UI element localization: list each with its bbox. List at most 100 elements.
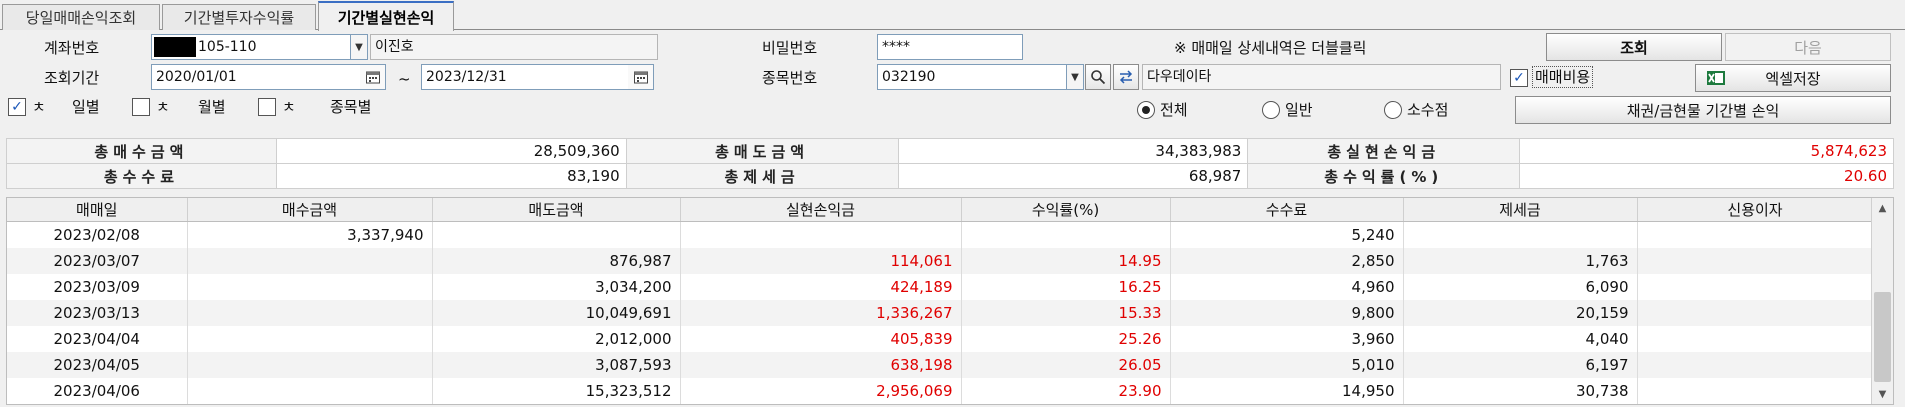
cell-buy-amount: 3,337,940	[187, 221, 433, 248]
cell-fee: 3,960	[1170, 325, 1404, 352]
cell-realized-pnl: 638,198	[680, 351, 962, 378]
cell-return-rate: 14.95	[961, 247, 1171, 274]
table-row[interactable]: 2023/04/06 15,323,512 2,956,069 23.90 14…	[7, 377, 1874, 404]
col-header-fee[interactable]: 수수료	[1170, 198, 1404, 222]
account-dropdown-button[interactable]: ▼	[350, 34, 368, 60]
cell-margin-interest	[1637, 351, 1874, 378]
grid-vertical-scrollbar[interactable]: ▲ ▼	[1871, 198, 1893, 404]
cell-tax: 6,197	[1403, 351, 1638, 378]
cell-trade-date: 2023/03/09	[7, 273, 188, 300]
cell-fee: 2,850	[1170, 247, 1404, 274]
excel-save-button[interactable]: 엑셀저장	[1695, 64, 1891, 92]
tab-bar: 당일매매손익조회 기간별투자수익률 기간별실현손익	[0, 0, 1905, 31]
daily-checkbox[interactable]: ✓	[8, 98, 26, 116]
table-row[interactable]: 2023/02/08 3,337,940 5,240	[7, 221, 1874, 248]
table-row[interactable]: 2023/04/04 2,012,000 405,839 25.26 3,960…	[7, 325, 1874, 352]
excel-save-label: 엑셀저장	[1765, 69, 1821, 88]
monthly-checkbox[interactable]	[132, 98, 150, 116]
cell-return-rate: 25.26	[961, 325, 1171, 352]
cell-return-rate: 23.90	[961, 377, 1171, 404]
col-header-margin-interest[interactable]: 신용이자	[1637, 198, 1874, 222]
radio-all[interactable]	[1137, 101, 1155, 119]
stock-code-field[interactable]: 032190	[877, 64, 1069, 90]
cell-buy-amount	[187, 247, 433, 274]
summary-realized-value: 5,874,623	[1519, 138, 1894, 164]
scroll-down-arrow-icon[interactable]: ▼	[1872, 384, 1893, 404]
col-header-buy-amount[interactable]: 매수금액	[187, 198, 433, 222]
grid-table: 매매일 매수금액 매도금액 실현손익금 수익률(%) 수수료 제세금 신용이자 …	[7, 198, 1874, 404]
cell-fee: 4,960	[1170, 273, 1404, 300]
stock-name-field: 다우데이타	[1142, 64, 1501, 90]
password-label: 비밀번호	[762, 39, 818, 57]
swap-button[interactable]	[1113, 64, 1139, 90]
scroll-up-arrow-icon[interactable]: ▲	[1872, 198, 1893, 218]
check-icon: ✓	[11, 99, 23, 115]
date-from-field[interactable]: 2020/01/01	[151, 64, 361, 90]
date-to-field[interactable]: 2023/12/31	[421, 64, 629, 90]
account-number-field[interactable]: 105-110	[151, 34, 351, 60]
check-icon: ✓	[1513, 70, 1525, 86]
radio-fraction[interactable]	[1384, 101, 1402, 119]
table-row[interactable]: 2023/03/09 3,034,200 424,189 16.25 4,960…	[7, 273, 1874, 300]
cell-sell-amount: 3,034,200	[432, 273, 681, 300]
calendar-icon	[633, 71, 648, 84]
cell-buy-amount	[187, 325, 433, 352]
trade-cost-checkbox[interactable]: ✓	[1510, 69, 1528, 87]
date-to-calendar-button[interactable]	[628, 64, 654, 90]
cell-sell-amount: 2,012,000	[432, 325, 681, 352]
radio-all-label: 전체	[1160, 101, 1188, 119]
chevron-down-icon: ▼	[355, 41, 363, 53]
cell-realized-pnl: 424,189	[680, 273, 962, 300]
cell-margin-interest	[1637, 325, 1874, 352]
cell-sell-amount	[432, 221, 681, 248]
date-from-calendar-button[interactable]	[360, 64, 386, 90]
summary-rate-value: 20.60	[1519, 163, 1894, 189]
tab-period-return[interactable]: 기간별투자수익률	[162, 4, 316, 30]
stock-dropdown-button[interactable]: ▼	[1066, 64, 1084, 90]
radio-normal[interactable]	[1262, 101, 1280, 119]
cell-tax: 20,159	[1403, 299, 1638, 326]
summary-buy-total-value: 28,509,360	[275, 138, 627, 164]
cell-tax: 1,763	[1403, 247, 1638, 274]
scrollbar-thumb[interactable]	[1874, 292, 1891, 382]
chevron-down-icon: ▼	[1071, 71, 1079, 83]
stock-search-button[interactable]	[1085, 64, 1111, 90]
cell-margin-interest	[1637, 247, 1874, 274]
cell-fee: 9,800	[1170, 299, 1404, 326]
stock-code-label: 종목번호	[762, 69, 818, 87]
col-header-realized-pnl[interactable]: 실현손익금	[680, 198, 962, 222]
cell-realized-pnl	[680, 221, 962, 248]
daily-checkbox-mark-label: ㅊ	[32, 98, 46, 116]
col-header-sell-amount[interactable]: 매도금액	[432, 198, 681, 222]
cell-margin-interest	[1637, 273, 1874, 300]
by-stock-checkbox[interactable]	[258, 98, 276, 116]
col-header-tax[interactable]: 제세금	[1403, 198, 1638, 222]
cell-return-rate: 16.25	[961, 273, 1171, 300]
summary-fee-value: 83,190	[275, 163, 627, 189]
col-header-return-rate[interactable]: 수익률(%)	[961, 198, 1171, 222]
col-header-trade-date[interactable]: 매매일	[7, 198, 188, 222]
cell-return-rate: 26.05	[961, 351, 1171, 378]
table-row[interactable]: 2023/03/07 876,987 114,061 14.95 2,850 1…	[7, 247, 1874, 274]
summary-tax-label: 총제세금	[625, 163, 899, 189]
tab-daily-pnl[interactable]: 당일매매손익조회	[2, 4, 160, 30]
next-button[interactable]: 다음	[1725, 33, 1891, 61]
trade-cost-label: 매매비용	[1532, 66, 1594, 88]
table-row[interactable]: 2023/04/05 3,087,593 638,198 26.05 5,010…	[7, 351, 1874, 378]
tab-period-realized[interactable]: 기간별실현손익	[318, 1, 454, 31]
search-button[interactable]: 조회	[1546, 33, 1722, 61]
summary-rate-label: 총수익률(%)	[1247, 163, 1521, 189]
table-row[interactable]: 2023/03/13 10,049,691 1,336,267 15.33 9,…	[7, 299, 1874, 326]
cell-sell-amount: 10,049,691	[432, 299, 681, 326]
account-number-value: 105-110	[198, 39, 257, 55]
cell-sell-amount: 3,087,593	[432, 351, 681, 378]
cell-trade-date: 2023/04/06	[7, 377, 188, 404]
cell-return-rate	[961, 221, 1171, 248]
password-field[interactable]: ****	[877, 34, 1023, 60]
realized-pnl-grid[interactable]: 매매일 매수금액 매도금액 실현손익금 수익률(%) 수수료 제세금 신용이자 …	[6, 197, 1894, 405]
radio-fraction-label: 소수점	[1407, 101, 1449, 119]
cell-tax	[1403, 221, 1638, 248]
cell-tax: 4,040	[1403, 325, 1638, 352]
bond-gold-period-button[interactable]: 채권/금현물 기간별 손익	[1515, 96, 1891, 124]
cell-tax: 6,090	[1403, 273, 1638, 300]
